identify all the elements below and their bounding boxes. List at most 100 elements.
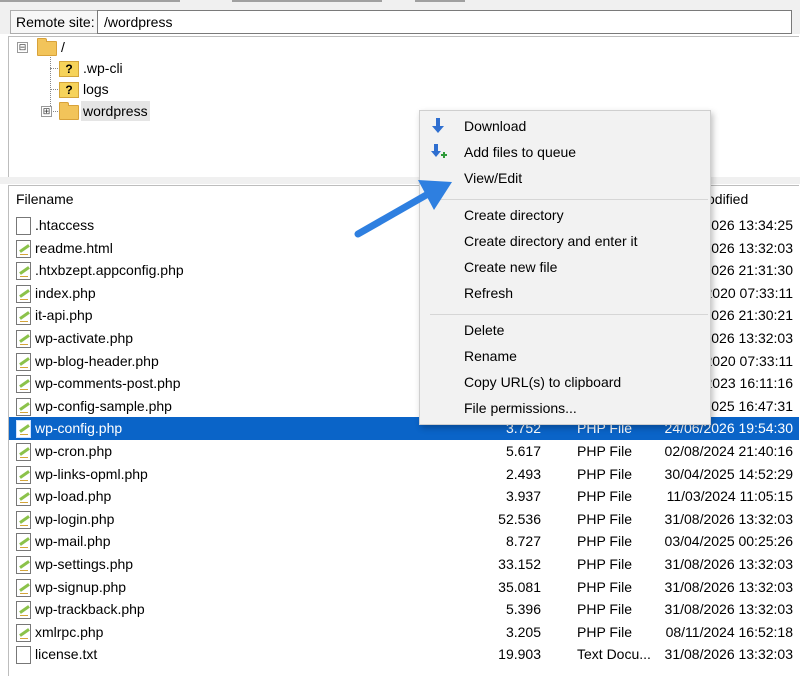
file-icon [16,217,31,235]
file-name: wp-config.php [35,420,123,437]
file-type: PHP File [577,623,632,640]
php-file-icon [16,443,31,461]
file-size: 3.937 [505,488,541,505]
file-row[interactable]: wp-mail.php 8.727 PHP File 03/04/2025 00:25… [9,530,799,553]
php-file-icon [16,262,31,281]
file-name: wp-activate.php [35,330,134,346]
file-name: xmlrpc.php [35,623,104,640]
file-modified: 08/11/2024 16:52:18 [665,623,793,640]
file-modified: 31/08/2026 13:32:03 [664,510,793,527]
file-modified: 30/04/2025 14:52:29 [664,465,793,482]
file-name: wp-load.php [35,488,112,505]
tree-node-label: logs [83,81,109,97]
collapse-icon[interactable]: ⊟ [17,42,28,53]
menu-item-view-edit[interactable]: View/Edit [464,167,522,189]
tree-guide-line [50,52,51,112]
file-row[interactable]: wp-settings.php 33.152 PHP File 31/08/2026 … [9,553,799,576]
remote-site-label: Remote site: [10,10,101,34]
file-name: wp-trackback.php [35,601,145,618]
toolbar-edge [232,0,382,2]
php-file-icon [16,352,31,371]
file-row[interactable]: xmlrpc.php 3.205 PHP File 08/11/2024 16:52:… [9,621,799,644]
file-modified: /2026 21:31:30 [699,262,793,279]
tree-node-label: .wp-cli [83,60,123,76]
file-modified: /2026 13:32:03 [699,239,793,256]
menu-item-download[interactable]: Download [464,115,526,137]
php-file-icon [16,578,31,597]
toolbar-edge [415,0,465,2]
file-name: wp-login.php [35,510,115,527]
file-name: .htaccess [35,217,95,233]
file-size: 35.081 [498,578,541,595]
file-name: wp-comments-post.php [35,375,181,392]
column-header-last-modified[interactable]: odified [707,186,748,212]
menu-separator [430,314,708,315]
php-file-icon [16,239,31,258]
file-modified: /2023 16:11:16 [700,375,793,392]
file-type: Text Docu... [577,646,651,663]
menu-separator [430,199,708,200]
menu-item-file-permissions[interactable]: File permissions... [464,397,577,419]
file-row[interactable]: wp-login.php 52.536 PHP File 31/08/2026 13:… [9,508,799,531]
toolbar-edge [0,0,180,2]
file-type: PHP File [577,533,632,550]
menu-item-add-files-to-queue[interactable]: Add files to queue [464,141,576,163]
file-name: .htxbzept.appconfig.php [35,262,184,279]
php-file-icon [16,556,31,574]
download-icon [432,118,444,133]
file-type: PHP File [577,556,632,572]
remote-site-path-input[interactable]: /wordpress [97,10,792,34]
file-size: 19.903 [498,646,541,663]
file-type: PHP File [577,465,632,482]
file-modified: 03/04/2025 00:25:26 [664,533,793,550]
context-menu: Download Add files to queue View/Edit Creat… [419,110,711,425]
file-size: 5.617 [505,443,541,459]
php-file-icon [16,397,31,416]
tree-node-label: wordpress [81,101,150,121]
unknown-folder-icon: ? [59,82,79,98]
menu-item-refresh[interactable]: Refresh [464,282,513,304]
file-name: wp-blog-header.php [35,352,159,369]
file-modified: /2020 07:33:11 [700,284,793,301]
file-modified: 31/08/2026 13:32:03 [664,646,793,663]
php-file-icon [16,420,31,439]
file-name: readme.html [35,239,113,256]
file-name: wp-signup.php [35,578,127,595]
tree-node-label: / [61,39,65,55]
php-file-icon [16,623,31,642]
folder-icon [59,102,79,120]
menu-item-copy-url-s-to-clipboard[interactable]: Copy URL(s) to clipboard [464,371,621,393]
file-type: PHP File [577,510,632,527]
file-icon [16,646,31,665]
menu-item-delete[interactable]: Delete [464,319,504,341]
php-file-icon [16,488,31,507]
file-modified: 31/08/2026 13:32:03 [664,578,793,595]
menu-item-rename[interactable]: Rename [464,345,517,367]
menu-item-create-directory[interactable]: Create directory [464,204,564,226]
file-row[interactable]: license.txt 19.903 Text Docu... 31/08/2026 … [9,643,799,666]
remote-site-bar: Remote site: /wordpress [0,8,800,34]
php-file-icon [16,533,31,552]
file-row[interactable]: wp-signup.php 35.081 PHP File 31/08/2026 13… [9,576,799,599]
file-size: 52.536 [498,510,541,527]
expand-icon[interactable]: ⊞ [41,106,52,117]
file-size: 2.493 [505,465,541,482]
file-name: wp-cron.php [35,443,113,459]
file-type: PHP File [577,578,632,595]
file-name: wp-settings.php [35,556,134,572]
file-row[interactable]: wp-cron.php 5.617 PHP File 02/08/2024 21:40… [9,440,799,463]
file-name: it-api.php [35,307,93,324]
menu-item-create-directory-and-enter-it[interactable]: Create directory and enter it [464,230,638,252]
file-row[interactable]: wp-trackback.php 5.396 PHP File 31/08/2026 … [9,598,799,621]
php-file-icon [16,307,31,326]
file-modified: /2020 07:33:11 [700,352,793,369]
column-header-filename[interactable]: Filename [16,186,74,212]
file-name: wp-config-sample.php [35,397,172,414]
file-row[interactable]: wp-links-opml.php 2.493 PHP File 30/04/2025… [9,463,799,486]
menu-item-create-new-file[interactable]: Create new file [464,256,557,278]
file-size: 5.396 [505,601,541,618]
php-file-icon [16,510,31,529]
file-modified: /2025 16:47:31 [699,397,793,414]
php-file-icon [16,284,31,303]
file-row[interactable]: wp-load.php 3.937 PHP File 11/03/2024 11:05… [9,485,799,508]
